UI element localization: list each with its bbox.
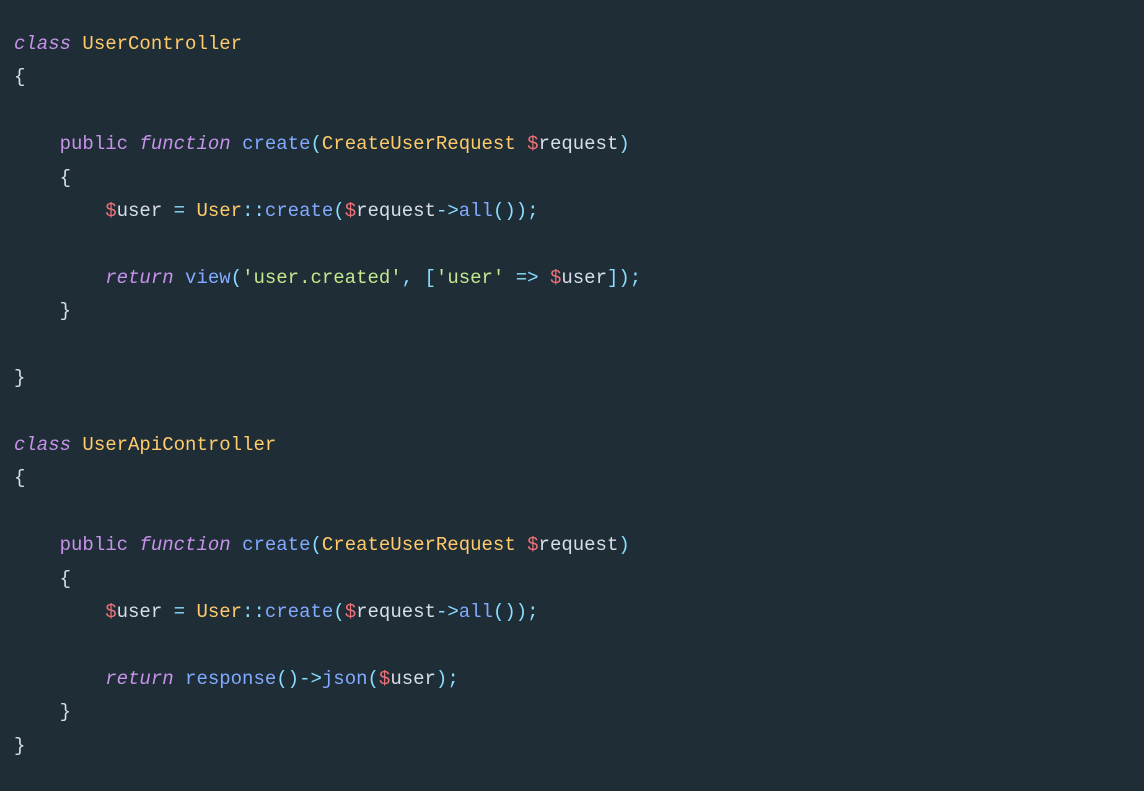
static-class: User [196, 601, 242, 623]
fn-view: view [185, 267, 231, 289]
arg-var: request [356, 200, 436, 222]
keyword-function: function [139, 534, 230, 556]
static-method: create [265, 601, 333, 623]
indent [14, 133, 60, 155]
method-name: create [242, 534, 310, 556]
param-name: request [539, 133, 619, 155]
method-all: all [459, 601, 493, 623]
arg-var: request [356, 601, 436, 623]
static-class: User [196, 200, 242, 222]
sigil: $ [379, 668, 390, 690]
param-name: request [539, 534, 619, 556]
fn-response: response [185, 668, 276, 690]
sigil: $ [105, 200, 116, 222]
op-fat-arrow: => [516, 267, 539, 289]
brace-close: } [14, 367, 25, 389]
keyword-function: function [139, 133, 230, 155]
op-arrow: -> [436, 200, 459, 222]
class-name: UserApiController [82, 434, 276, 456]
array-key: 'user' [436, 267, 504, 289]
method-all: all [459, 200, 493, 222]
op-scope: :: [242, 200, 265, 222]
brace-open: { [14, 66, 25, 88]
space [71, 33, 82, 55]
paren-close: ) [618, 133, 629, 155]
array-val: user [561, 267, 607, 289]
static-method: create [265, 200, 333, 222]
op-assign: = [174, 200, 185, 222]
var-user: user [117, 601, 163, 623]
keyword-public: public [60, 534, 128, 556]
param-type: CreateUserRequest [322, 133, 516, 155]
sigil: $ [550, 267, 561, 289]
param-type: CreateUserRequest [322, 534, 516, 556]
fn-json: json [322, 668, 368, 690]
var-user: user [117, 200, 163, 222]
method-name: create [242, 133, 310, 155]
sigil: $ [527, 133, 538, 155]
keyword-class: class [14, 33, 71, 55]
keyword-public: public [60, 133, 128, 155]
sigil: $ [105, 601, 116, 623]
keyword-return: return [105, 267, 173, 289]
keyword-class: class [14, 434, 71, 456]
sigil: $ [345, 200, 356, 222]
string-view: 'user.created' [242, 267, 402, 289]
paren-open: ( [310, 133, 321, 155]
arg-user: user [390, 668, 436, 690]
keyword-return: return [105, 668, 173, 690]
sigil: $ [527, 534, 538, 556]
sigil: $ [345, 601, 356, 623]
class-name: UserController [82, 33, 242, 55]
code-editor[interactable]: class UserController { public function c… [0, 0, 1144, 777]
